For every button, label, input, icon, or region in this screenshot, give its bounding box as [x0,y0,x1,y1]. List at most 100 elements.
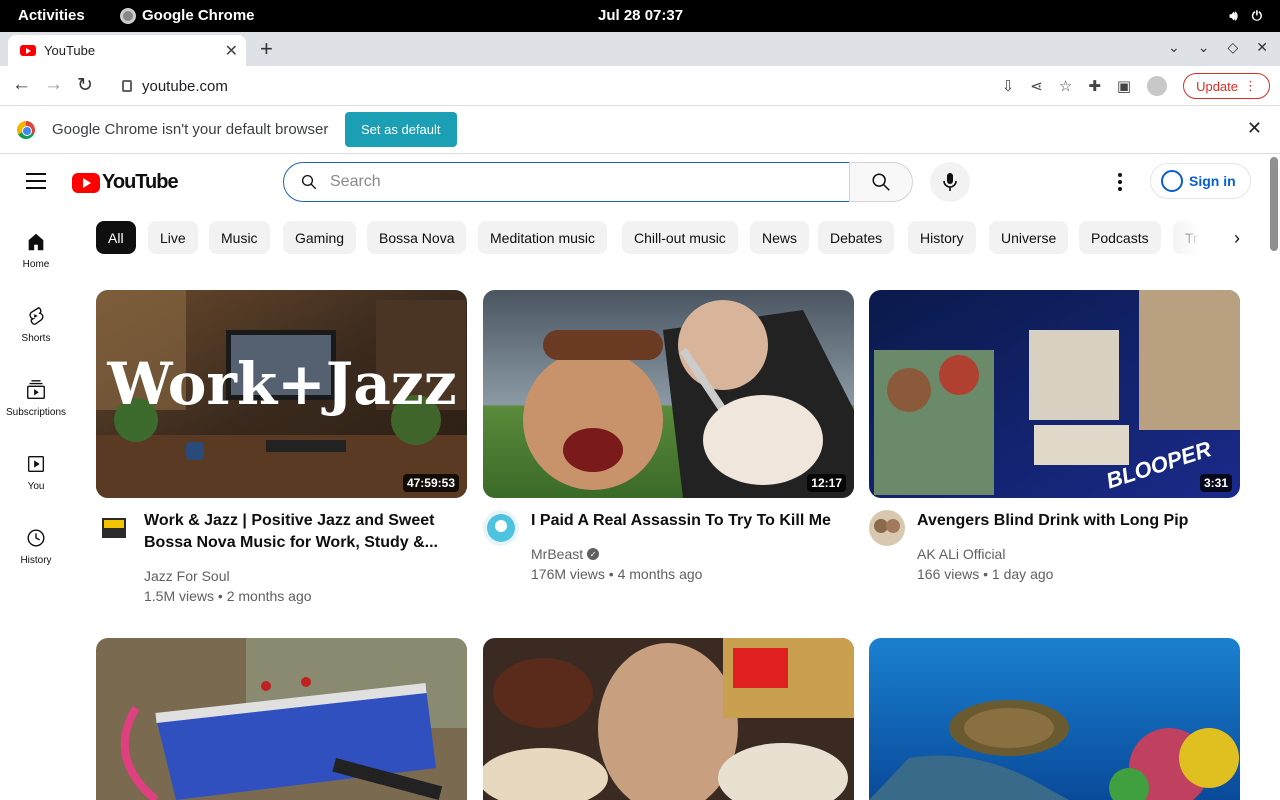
maximize-icon[interactable]: ◇ [1227,39,1238,56]
chip-music[interactable]: Music [209,221,270,254]
voice-search-button[interactable] [930,162,970,202]
close-window-icon[interactable]: ✕ [1256,39,1268,56]
video-stats: 166 views • 1 day ago [917,566,1054,582]
home-icon [28,233,44,251]
clock[interactable]: Jul 28 07:37 [598,7,683,24]
channel-name[interactable]: MrBeast ✓ [531,546,600,562]
tab-close-icon[interactable]: ✕ [225,41,238,61]
guide-menu-icon[interactable] [26,173,46,189]
channel-avatar[interactable] [96,510,132,546]
chip-news[interactable]: News [750,221,810,254]
install-icon[interactable]: ⇩ [1002,77,1015,95]
channel-avatar[interactable] [869,510,905,546]
video-thumbnail[interactable] [483,638,854,800]
page-scrollbar[interactable] [1268,155,1280,800]
video-card[interactable]: 12:17 I Paid A Real Assassin To Try To K… [483,290,854,608]
chevron-right-icon[interactable]: › [1222,221,1252,255]
video-card[interactable]: BLOOPER 3:31 Avengers Blind Drink with L… [869,290,1240,608]
guide-item-subscriptions[interactable]: Subscriptions [0,363,72,433]
video-card[interactable] [869,638,1240,800]
video-meta: I Paid A Real Assassin To Try To Kill Me… [483,498,854,608]
search-input[interactable] [330,173,810,191]
video-thumbnail[interactable] [869,638,1240,800]
video-thumbnail[interactable]: BLOOPER 3:31 [869,290,1240,498]
channel-name[interactable]: Jazz For Soul [144,568,230,584]
share-icon[interactable]: ⋖ [1030,77,1043,95]
chip-fade [1170,221,1220,255]
guide-item-you[interactable]: You [0,437,72,507]
scrollbar-thumb[interactable] [1270,157,1278,251]
channel-avatar[interactable] [483,510,519,546]
new-tab-button[interactable]: + [260,36,273,62]
chip-universe[interactable]: Universe [989,221,1069,254]
youtube-wordmark: YouTube [102,171,179,193]
video-stats: 1.5M views • 2 months ago [144,588,312,604]
youtube-logo[interactable]: YouTube [72,171,179,194]
app-name: Google Chrome [142,7,255,24]
set-default-button[interactable]: Set as default [345,112,457,147]
activities-button[interactable]: Activities [18,7,85,24]
reload-icon[interactable]: ↻ [77,74,93,97]
video-thumbnail[interactable]: 12:17 [483,290,854,498]
guide-item-home[interactable]: Home [0,215,72,285]
infobar-close-icon[interactable]: ✕ [1247,118,1262,139]
window-controls: ⌄ ⌄ ◇ ✕ [1168,39,1268,56]
guide-item-shorts[interactable]: Shorts [0,289,72,359]
ak-ali-avatar-image [869,510,905,546]
chip-live[interactable]: Live [148,221,198,254]
video-thumbnail[interactable]: Work+Jazz 47:59:53 [96,290,467,498]
chip-podcasts[interactable]: Podcasts [1079,221,1161,254]
video-card[interactable] [483,638,854,800]
infobar-message: Google Chrome isn't your default browser [52,121,329,138]
history-icon [27,529,45,547]
side-panel-icon[interactable]: ▣ [1117,77,1131,95]
system-top-bar: Activities Google Chrome Jul 28 07:37 🔊︎… [0,0,1280,32]
video-stats: 176M views • 4 months ago [531,566,703,582]
toolbar-actions: ⇩ ⋖ ☆ ✚ ▣ Update ⋮ [1002,73,1270,99]
chip-chill-out-music[interactable]: Chill-out music [622,221,738,254]
channel-name[interactable]: AK ALi Official [917,546,1005,562]
verified-badge-icon: ✓ [587,548,600,560]
tab-strip: YouTube ✕ + ⌄ ⌄ ◇ ✕ [0,32,1280,66]
settings-more-icon[interactable] [1110,171,1130,193]
tab-search-icon[interactable]: ⌄ [1168,39,1180,56]
jazz-soul-avatar-image [96,510,132,546]
minimize-icon[interactable]: ⌄ [1198,39,1210,56]
video-meta: Avengers Blind Drink with Long Pip AK AL… [869,498,1240,608]
lock-icon[interactable] [122,80,132,92]
tab-youtube[interactable]: YouTube ✕ [8,35,246,66]
chip-all[interactable]: All [96,221,136,254]
extensions-icon[interactable]: ✚ [1088,77,1101,95]
address-bar[interactable]: youtube.com [108,72,978,100]
mrbeast-avatar-image [483,510,519,546]
guide-label-you: You [27,481,45,492]
system-tray[interactable]: 🔊︎ ⏻ [1230,8,1263,24]
video-duration: 47:59:53 [402,474,459,492]
channel-name-text: MrBeast [531,546,584,562]
sign-in-button[interactable]: Sign in [1150,163,1251,199]
search-button[interactable] [849,162,913,202]
chip-gaming[interactable]: Gaming [283,221,357,254]
forward-icon[interactable]: → [44,74,63,96]
channel-name-text: Jazz For Soul [144,568,230,584]
video-title[interactable]: Avengers Blind Drink with Long Pip [917,510,1227,532]
chip-debates[interactable]: Debates [818,221,895,254]
guide-item-history[interactable]: History [0,511,72,581]
chip-bossa-nova[interactable]: Bossa Nova [367,221,467,254]
bookmark-star-icon[interactable]: ☆ [1059,77,1072,95]
video-card[interactable]: Work+Jazz 47:59:53 Work & Jazz | Positiv… [96,290,467,608]
back-icon[interactable]: ← [12,74,31,96]
app-menu[interactable]: Google Chrome [120,7,255,24]
guide-label-shorts: Shorts [21,333,51,344]
chrome-logo-icon [17,121,35,139]
video-title[interactable]: Work & Jazz | Positive Jazz and Sweet Bo… [144,510,454,554]
video-thumbnail[interactable] [96,638,467,800]
update-button[interactable]: Update ⋮ [1183,73,1270,99]
profile-avatar[interactable] [1147,76,1168,96]
chip-meditation-music[interactable]: Meditation music [478,221,608,254]
video-card[interactable] [96,638,467,800]
menu-dots-icon: ⋮ [1244,78,1257,93]
video-title[interactable]: I Paid A Real Assassin To Try To Kill Me [531,510,841,532]
chip-history[interactable]: History [908,221,976,254]
thumbnail-title-text: Work+Jazz [106,350,456,418]
